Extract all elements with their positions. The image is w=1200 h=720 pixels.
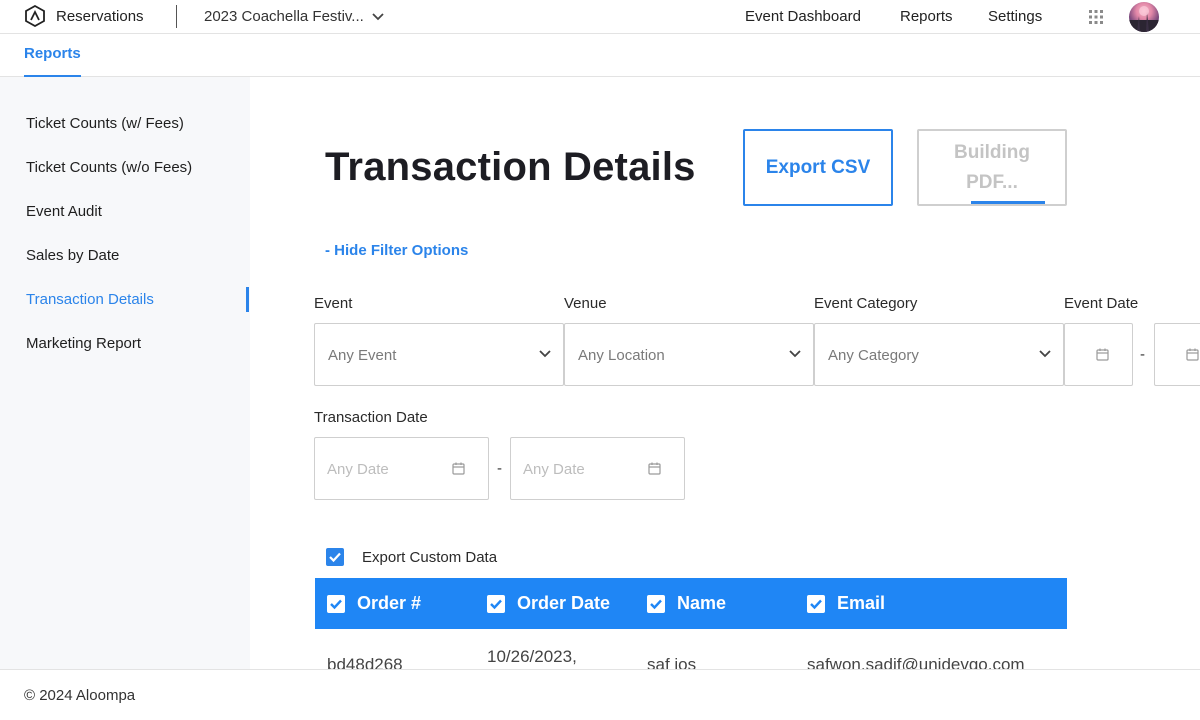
sidebar-item-sales-by-date[interactable]: Sales by Date — [26, 247, 119, 264]
event-selector-dropdown[interactable]: 2023 Coachella Festiv... — [204, 8, 384, 25]
cell-name: saf ios — [647, 655, 697, 669]
page-title: Transaction Details — [325, 145, 696, 189]
export-custom-data-checkbox[interactable] — [326, 548, 344, 566]
chevron-down-icon — [789, 350, 801, 358]
page-footer: © 2024 Aloompa — [0, 669, 1200, 720]
active-item-marker — [246, 287, 249, 312]
export-custom-data-label: Export Custom Data — [362, 549, 498, 566]
column-name-checkbox[interactable] — [647, 595, 665, 613]
sidebar-item-ticket-counts-without-fees[interactable]: Ticket Counts (w/o Fees) — [26, 159, 192, 176]
event-date-filter-label: Event Date — [1064, 295, 1139, 312]
column-header-name: Name — [677, 593, 727, 613]
column-order-date-checkbox[interactable] — [487, 595, 505, 613]
brand-name[interactable]: Reservations — [56, 8, 144, 25]
date-range-separator: - — [1140, 346, 1145, 363]
copyright-text: © 2024 Aloompa — [24, 687, 136, 704]
apps-grid-icon[interactable] — [1089, 10, 1103, 24]
reports-sidebar: Ticket Counts (w/ Fees) Ticket Counts (w… — [0, 77, 250, 670]
user-avatar[interactable] — [1129, 2, 1159, 32]
transaction-date-end-input[interactable]: Any Date — [510, 437, 685, 500]
venue-filter-label: Venue — [564, 295, 607, 312]
cell-email: safwon.sadif@unidevgo.com — [807, 655, 1025, 669]
top-navigation-bar: Reservations 2023 Coachella Festiv... Ev… — [0, 0, 1200, 34]
venue-select-value: Any Location — [578, 347, 665, 364]
sidebar-item-ticket-counts-with-fees[interactable]: Ticket Counts (w/ Fees) — [26, 115, 184, 132]
calendar-icon — [648, 462, 661, 475]
column-header-email: Email — [837, 593, 886, 613]
check-icon — [810, 599, 822, 610]
build-pdf-button[interactable]: Building PDF... — [917, 129, 1067, 206]
chevron-down-icon — [372, 12, 384, 20]
transaction-date-start-input[interactable]: Any Date — [314, 437, 489, 500]
transaction-date-filter-label: Transaction Date — [314, 409, 428, 426]
check-icon — [329, 552, 341, 563]
table-header: Order # Order Date Name Email — [315, 578, 1067, 629]
reports-subnav: Reports — [0, 34, 1200, 77]
transaction-date-start-placeholder: Any Date — [327, 461, 389, 478]
tab-reports[interactable]: Reports — [24, 45, 81, 62]
avatar-image — [1129, 6, 1159, 32]
chevron-down-icon — [1039, 350, 1051, 358]
category-select[interactable]: Any Category — [814, 323, 1064, 386]
event-selector-label: 2023 Coachella Festiv... — [204, 8, 364, 25]
column-header-order-number: Order # — [357, 593, 422, 613]
date-range-separator: - — [497, 460, 502, 477]
divider — [176, 5, 177, 28]
category-select-value: Any Category — [828, 347, 919, 364]
check-icon — [490, 599, 502, 610]
transaction-date-end-placeholder: Any Date — [523, 461, 585, 478]
column-header-order-date: Order Date — [517, 593, 611, 613]
event-select[interactable]: Any Event — [314, 323, 564, 386]
sidebar-item-marketing-report[interactable]: Marketing Report — [26, 335, 141, 352]
check-icon — [650, 599, 662, 610]
category-filter-label: Event Category — [814, 295, 918, 312]
hide-filter-options-link[interactable]: - Hide Filter Options — [325, 242, 468, 259]
app-logo-icon[interactable] — [24, 5, 46, 27]
nav-event-dashboard[interactable]: Event Dashboard — [745, 8, 861, 25]
column-email-checkbox[interactable] — [807, 595, 825, 613]
chevron-down-icon — [539, 350, 551, 358]
nav-reports[interactable]: Reports — [900, 8, 953, 25]
build-pdf-label-line2: PDF... — [966, 172, 1018, 193]
pdf-progress-bar — [971, 201, 1045, 204]
event-date-end-input[interactable] — [1154, 323, 1200, 386]
event-filter-label: Event — [314, 295, 353, 312]
venue-select[interactable]: Any Location — [564, 323, 814, 386]
check-icon — [330, 599, 342, 610]
sidebar-item-event-audit[interactable]: Event Audit — [26, 203, 102, 220]
build-pdf-label-line1: Building — [954, 142, 1030, 163]
calendar-icon — [1096, 348, 1109, 361]
nav-settings[interactable]: Settings — [988, 8, 1042, 25]
cell-order-date: 10/26/2023, — [487, 647, 577, 666]
sidebar-item-transaction-details[interactable]: Transaction Details — [26, 291, 154, 308]
calendar-icon — [1186, 348, 1199, 361]
calendar-icon — [452, 462, 465, 475]
column-order-checkbox[interactable] — [327, 595, 345, 613]
cell-order-number: bd48d268 — [327, 655, 403, 669]
event-date-start-input[interactable] — [1064, 323, 1133, 386]
table-body: bd48d268 10/26/2023, saf ios safwon.sadi… — [315, 629, 1067, 669]
event-select-value: Any Event — [328, 347, 397, 364]
export-csv-button[interactable]: Export CSV — [743, 129, 893, 206]
